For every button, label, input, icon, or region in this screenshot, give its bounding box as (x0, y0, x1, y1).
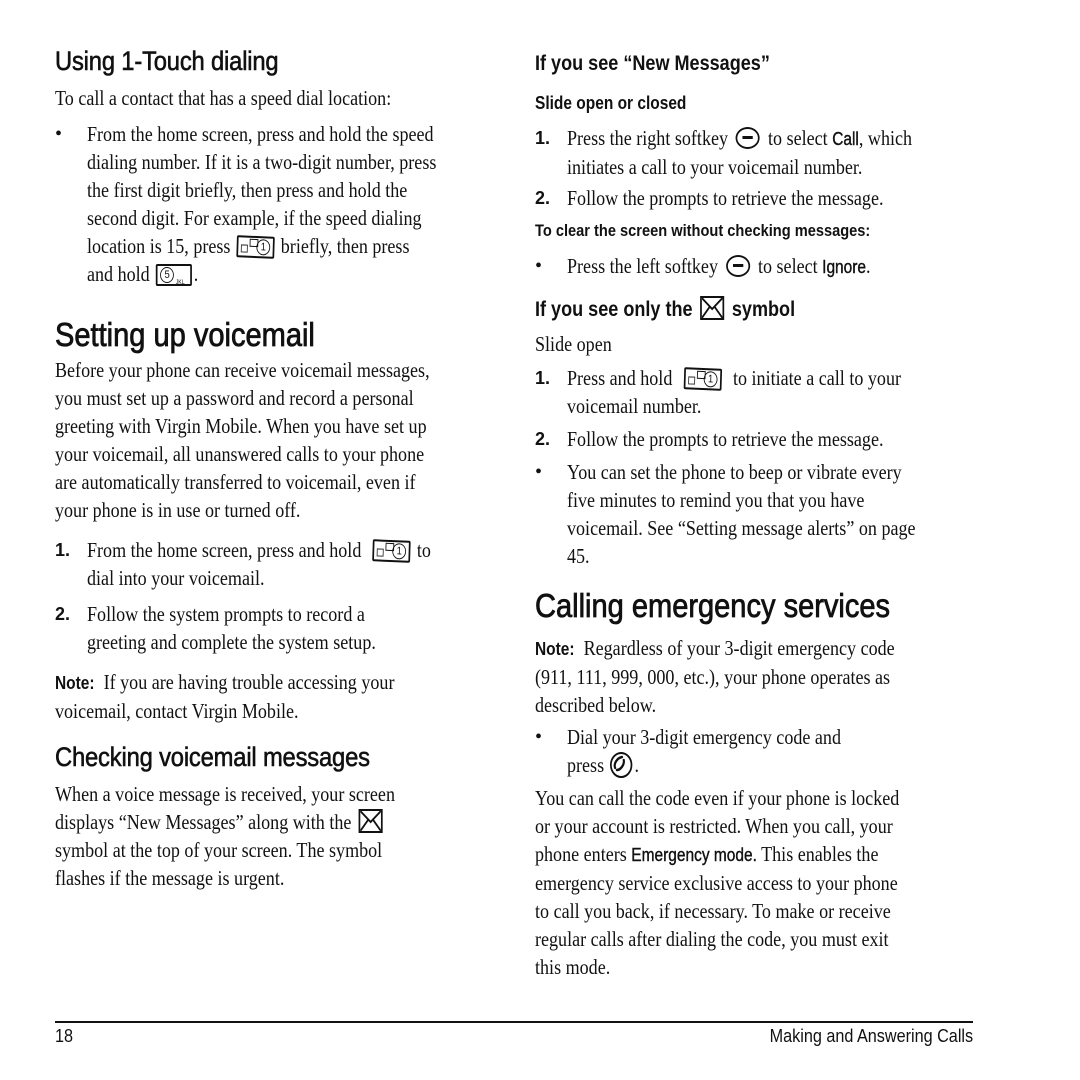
send-call-key-icon (610, 752, 633, 778)
one-touch-bullet: • From the home screen, press and hold t… (55, 122, 437, 286)
chapter-title: Making and Answering Calls (769, 1026, 973, 1046)
setup-step-2: 2. Follow the system prompts to record a… (55, 602, 376, 654)
heading-setting-up-voicemail: Setting up voicemail (55, 316, 316, 354)
page-number: 18 (55, 1026, 74, 1046)
heading-only-symbol: If you see only the symbol (535, 296, 796, 321)
slide-open-label: Slide open (535, 332, 612, 356)
key-1-voicemail-icon: 1 (372, 539, 411, 563)
checking-body: When a voice message is received, your s… (55, 782, 395, 890)
heading-new-messages: If you see “New Messages” (535, 52, 770, 75)
envelope-icon (358, 809, 383, 833)
setup-step-1: 1. From the home screen, press and hold … (55, 538, 431, 590)
call-option-label: Call (832, 129, 859, 149)
one-touch-intro: To call a contact that has a speed dial … (55, 86, 392, 110)
emergency-note: Note: Regardless of your 3-digit emergen… (535, 636, 895, 717)
left-softkey-icon (725, 255, 751, 277)
new-messages-step-2: 2. Follow the prompts to retrieve the me… (535, 186, 884, 210)
ignore-option-label: Ignore (822, 257, 867, 277)
subheading-slide-open-closed: Slide open or closed (535, 93, 687, 113)
note-label: Note: (535, 639, 575, 659)
envelope-icon (700, 296, 725, 320)
emergency-bullet: • Dial your 3-digit emergency code and p… (535, 725, 841, 778)
setup-note: Note: If you are having trouble accessin… (55, 670, 395, 723)
setup-voicemail-body: Before your phone can receive voicemail … (55, 358, 430, 522)
only-symbol-step-2: 2. Follow the prompts to retrieve the me… (535, 427, 884, 451)
key-5-jkl-icon: 5 JKL (155, 264, 193, 286)
clear-screen-label: To clear the screen without checking mes… (535, 221, 871, 240)
right-softkey-icon (735, 127, 761, 149)
emergency-mode-label: Emergency mode. (631, 845, 757, 865)
only-symbol-bullet: • You can set the phone to beep or vibra… (535, 460, 916, 568)
emergency-body: You can call the code even if your phone… (535, 786, 900, 979)
bullet-marker: • (55, 123, 63, 145)
heading-checking-voicemail: Checking voicemail messages (55, 742, 371, 773)
key-1-voicemail-icon: 1 (683, 367, 722, 391)
footer-divider (55, 1021, 973, 1023)
new-messages-step-1: 1. Press the right softkey to select Cal… (535, 126, 913, 179)
key-1-voicemail-icon: 1 (236, 235, 275, 259)
clear-screen-bullet: • Press the left softkey to select Ignor… (535, 254, 871, 278)
heading-calling-emergency: Calling emergency services (535, 587, 891, 625)
note-label: Note: (55, 673, 95, 693)
heading-one-touch-dialing: Using 1-Touch dialing (55, 46, 279, 77)
only-symbol-step-1: 1. Press and hold 1 to initiate a call t… (535, 366, 901, 418)
